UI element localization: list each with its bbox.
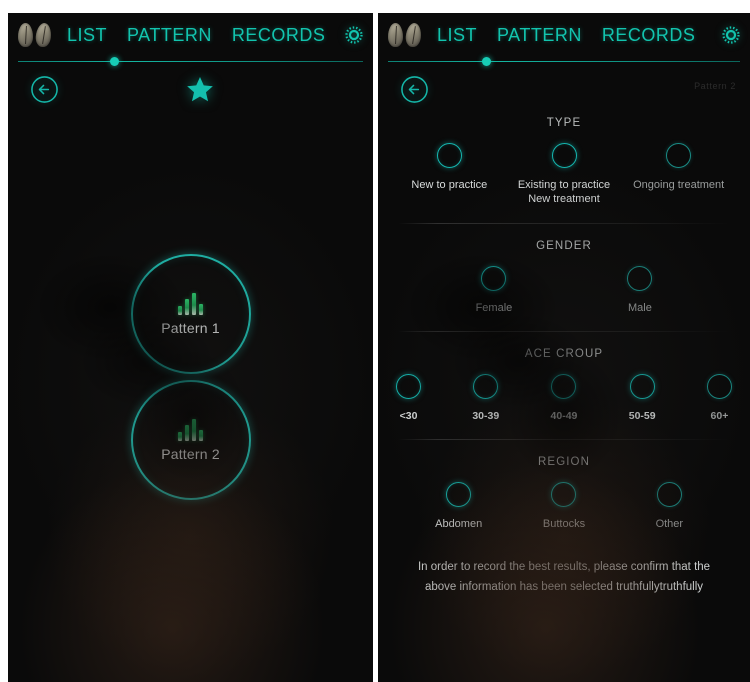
sidebar-item-pattern[interactable]: PATTERN bbox=[117, 25, 222, 46]
leaf-icon bbox=[404, 22, 423, 48]
radio-icon[interactable] bbox=[629, 374, 655, 400]
sidebar-item-pattern[interactable]: PATTERN bbox=[487, 25, 592, 46]
section-divider bbox=[398, 439, 730, 441]
pattern-button-area: Pattern 1 Pattern 2 bbox=[8, 113, 373, 633]
option-age-40-49[interactable]: 40-49 bbox=[550, 374, 578, 423]
radio-group-region: Abdomen Buttocks Other bbox=[392, 482, 736, 532]
top-navigation-bar: LIST PATTERN RECORDS bbox=[8, 13, 373, 57]
section-title: REGION bbox=[538, 456, 590, 469]
pattern-button-2[interactable]: Pattern 2 bbox=[130, 380, 251, 500]
option-label: Existing to practice New treatment bbox=[517, 179, 611, 205]
option-new-to-practice[interactable]: New to practice bbox=[392, 143, 507, 207]
selected-pattern-label: Pattern 2 bbox=[694, 81, 736, 91]
option-ongoing-treatment[interactable]: Ongoing treatment bbox=[621, 143, 736, 207]
option-existing-to-practice[interactable]: Existing to practice New treatment bbox=[507, 143, 622, 207]
section-divider bbox=[398, 222, 730, 224]
option-label: <30 bbox=[399, 410, 418, 423]
sub-header-row bbox=[8, 67, 373, 113]
option-male[interactable]: Male bbox=[627, 265, 653, 316]
radio-icon[interactable] bbox=[706, 374, 732, 400]
radio-icon[interactable] bbox=[551, 482, 577, 508]
nav-tab-group: LIST PATTERN RECORDS bbox=[431, 25, 716, 46]
option-label: 30-39 bbox=[472, 410, 500, 423]
back-arrow-icon[interactable] bbox=[400, 75, 429, 104]
screenshot-stage: LIST PATTERN RECORDS Pattern 1 Pattern 2… bbox=[0, 0, 750, 682]
option-label: 40-49 bbox=[550, 410, 578, 423]
option-other[interactable]: Other bbox=[617, 482, 722, 532]
section-title: TYPE bbox=[546, 117, 582, 129]
gear-icon[interactable] bbox=[343, 24, 365, 46]
star-icon[interactable] bbox=[186, 76, 214, 103]
top-navigation-bar: LIST PATTERN RECORDS bbox=[378, 13, 750, 57]
progress-track bbox=[18, 61, 363, 62]
sub-header-row: Pattern 2 bbox=[378, 67, 750, 113]
progress-indicator bbox=[18, 57, 363, 67]
app-logo bbox=[388, 22, 423, 48]
radio-icon[interactable] bbox=[666, 143, 692, 168]
option-label: New to practice bbox=[411, 179, 488, 191]
option-label: Buttocks bbox=[542, 518, 586, 531]
radio-icon[interactable] bbox=[481, 265, 507, 291]
section-divider bbox=[398, 331, 730, 333]
sidebar-item-records[interactable]: RECORDS bbox=[222, 25, 336, 46]
patient-info-form: TYPE New to practice Existing to practic… bbox=[378, 113, 750, 597]
pattern-label: Pattern 2 bbox=[161, 445, 220, 462]
section-title: GENDER bbox=[536, 239, 592, 252]
confirmation-note: In order to record the best results, ple… bbox=[417, 561, 711, 593]
option-age-30-39[interactable]: 30-39 bbox=[472, 374, 499, 423]
option-age-under-30[interactable]: <30 bbox=[396, 374, 421, 423]
radio-group-gender: Female Male bbox=[392, 265, 736, 316]
sidebar-item-list[interactable]: LIST bbox=[431, 25, 487, 46]
option-label: 50-59 bbox=[628, 410, 656, 423]
option-age-60-plus[interactable]: 60+ bbox=[706, 374, 732, 423]
pattern-button-1[interactable]: Pattern 1 bbox=[130, 254, 251, 374]
section-type: TYPE New to practice Existing to practic… bbox=[392, 113, 736, 207]
option-label: Abdomen bbox=[435, 518, 483, 531]
option-age-50-59[interactable]: 50-59 bbox=[629, 374, 656, 423]
leaf-icon bbox=[388, 23, 403, 47]
radio-icon[interactable] bbox=[656, 482, 682, 508]
radio-icon[interactable] bbox=[473, 374, 499, 400]
nav-tab-group: LIST PATTERN RECORDS bbox=[61, 25, 339, 46]
radio-icon[interactable] bbox=[627, 265, 653, 291]
bar-levels-icon bbox=[178, 292, 203, 315]
sidebar-item-list[interactable]: LIST bbox=[61, 25, 117, 46]
section-title: ACE CROUP bbox=[524, 348, 604, 361]
back-arrow-icon[interactable] bbox=[30, 75, 59, 104]
leaf-icon bbox=[18, 23, 33, 47]
option-label: Female bbox=[475, 301, 513, 314]
progress-thumb[interactable] bbox=[482, 57, 492, 66]
option-female[interactable]: Female bbox=[475, 265, 513, 316]
progress-track bbox=[388, 61, 740, 62]
option-label: Male bbox=[628, 301, 652, 314]
radio-group-type: New to practice Existing to practice New… bbox=[392, 143, 736, 207]
pattern-list-screen: LIST PATTERN RECORDS Pattern 1 Pattern 2 bbox=[8, 13, 373, 682]
app-logo bbox=[18, 22, 53, 48]
section-age-group: ACE CROUP <30 30-39 40-49 50-59 60+ bbox=[392, 344, 736, 423]
patient-info-form-screen: LIST PATTERN RECORDS Pattern 2 TYPE New … bbox=[378, 13, 750, 682]
sidebar-item-records[interactable]: RECORDS bbox=[592, 25, 706, 46]
radio-icon[interactable] bbox=[446, 482, 472, 508]
radio-icon[interactable] bbox=[396, 374, 421, 400]
option-label: Ongoing treatment bbox=[633, 179, 725, 191]
gear-icon[interactable] bbox=[720, 24, 742, 46]
pattern-label: Pattern 1 bbox=[161, 319, 220, 336]
progress-thumb[interactable] bbox=[110, 57, 120, 66]
radio-group-age: <30 30-39 40-49 50-59 60+ bbox=[392, 374, 736, 423]
radio-icon[interactable] bbox=[551, 374, 577, 400]
section-gender: GENDER Female Male bbox=[392, 236, 736, 316]
radio-icon[interactable] bbox=[551, 143, 577, 168]
bar-levels-icon bbox=[178, 418, 203, 441]
option-label: 60+ bbox=[710, 410, 729, 423]
option-abdomen[interactable]: Abdomen bbox=[406, 482, 511, 532]
leaf-icon bbox=[34, 22, 53, 48]
option-label: Other bbox=[655, 518, 684, 531]
radio-icon[interactable] bbox=[436, 143, 462, 168]
progress-indicator bbox=[388, 57, 740, 67]
option-buttocks[interactable]: Buttocks bbox=[511, 482, 616, 532]
section-region: REGION Abdomen Buttocks Other bbox=[392, 452, 736, 532]
